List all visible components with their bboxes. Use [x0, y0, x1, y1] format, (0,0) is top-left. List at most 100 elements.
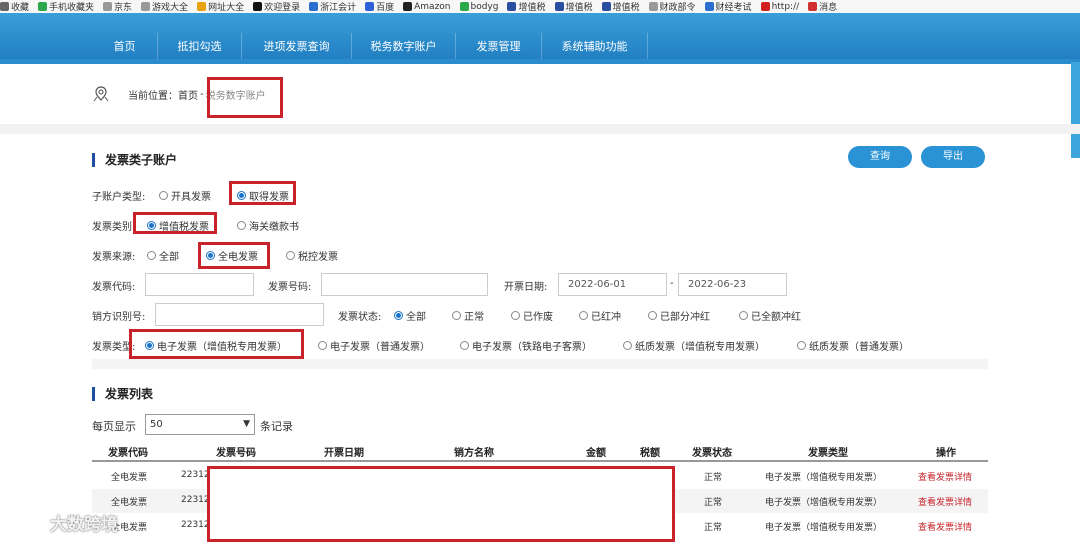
invoice-type-paper-general[interactable]: 纸质发票（普通发票） [797, 338, 909, 353]
bookmark-label: 增值税 [612, 3, 640, 13]
invoice-code-input[interactable] [145, 273, 254, 296]
cell-number: 22312 [181, 495, 210, 505]
radio-icon [460, 341, 469, 350]
radio-icon [159, 191, 168, 200]
tax-icon [554, 2, 564, 11]
cell-number: 22312 [181, 470, 210, 480]
radio-icon [237, 221, 246, 230]
status-all[interactable]: 全部 [394, 308, 426, 323]
radio-icon [579, 311, 588, 320]
invoice-number-input[interactable] [321, 273, 488, 296]
highlight-box-receive [229, 181, 296, 205]
query-button[interactable]: 查询 [848, 146, 912, 168]
invoice-source-label: 发票来源: [92, 252, 136, 263]
option-label: 正常 [464, 312, 484, 323]
highlight-box-fully-digital [198, 242, 270, 269]
watermark-logo-icon [10, 514, 49, 533]
option-label: 全部 [159, 252, 179, 263]
bookmark-label: 网址大全 [208, 3, 245, 13]
export-button[interactable]: 导出 [921, 146, 985, 168]
col-code: 发票代码 [108, 448, 148, 459]
status-full-red[interactable]: 已全额冲红 [739, 308, 801, 323]
bookmark-item[interactable]: http:// [760, 2, 799, 12]
top-nav: 首页 抵扣勾选 进项发票查询 税务数字账户 发票管理 系统辅助功能 [0, 13, 1080, 64]
bookmark-label: 财经考试 [715, 3, 752, 13]
bookmark-item[interactable]: 财政部令 [648, 0, 696, 13]
status-partial-red[interactable]: 已部分冲红 [648, 308, 710, 323]
col-action: 操作 [936, 448, 956, 459]
separator [92, 359, 988, 369]
scrollbar[interactable] [1071, 62, 1080, 158]
page-size-suffix: 条记录 [260, 420, 293, 433]
invoice-source-tax-control[interactable]: 税控发票 [286, 248, 338, 263]
date-from-input[interactable]: 2022-06-01 [558, 273, 667, 296]
radio-icon [648, 311, 657, 320]
account-type-issue[interactable]: 开具发票 [159, 188, 211, 203]
cell-code: 全电发票 [111, 498, 148, 508]
page-size-select[interactable]: 50 ▼ [145, 414, 255, 435]
bookmark-item[interactable]: 浙江会计 [309, 0, 356, 13]
bookmark-item[interactable]: 增值税 [507, 0, 546, 13]
view-detail-link[interactable]: 查看发票详情 [918, 495, 972, 508]
date-to-input[interactable]: 2022-06-23 [678, 273, 787, 296]
view-detail-link[interactable]: 查看发票详情 [918, 470, 972, 483]
invoice-source-all[interactable]: 全部 [147, 248, 179, 263]
bookmark-label: 欢迎登录 [264, 3, 301, 13]
bookmark-label: 浙江会计 [320, 3, 357, 13]
weibo-icon [808, 2, 818, 11]
view-detail-link[interactable]: 查看发票详情 [918, 520, 972, 533]
bookmark-item[interactable]: 京东 [103, 0, 132, 13]
filter-section-title: 发票类子账户 [92, 151, 177, 168]
invoice-type-e-rail[interactable]: 电子发票（铁路电子客票） [460, 338, 592, 353]
bookmarks-bar: 收藏 手机收藏夹 京东 游戏大全 网址大全 欢迎登录 浙江会计 百度 Amazon bodyg 增值… [0, 0, 1080, 13]
watermark-text: 大数跨境 [50, 515, 118, 535]
seller-id-input[interactable] [155, 303, 324, 326]
bookmark-item[interactable]: 增值税 [601, 0, 640, 13]
breadcrumb-home[interactable]: 首页 [178, 87, 198, 102]
option-label: 电子发票（普通发票） [330, 342, 430, 353]
bookmark-icon [0, 2, 9, 11]
radio-icon [739, 311, 748, 320]
redaction-box [207, 466, 675, 542]
filter-title-text: 发票类子账户 [105, 153, 178, 167]
bookmark-item[interactable]: 百度 [365, 0, 394, 13]
bookmark-label: 京东 [114, 3, 133, 13]
bookmark-item[interactable]: 收藏 [0, 0, 29, 13]
ai-icon [253, 2, 263, 11]
bookmark-label: 百度 [376, 3, 395, 13]
col-date: 开票日期 [324, 448, 364, 459]
globe-icon [141, 2, 151, 11]
date-separator: - [670, 278, 674, 289]
invoice-category-customs[interactable]: 海关缴款书 [237, 218, 299, 233]
radio-icon [147, 251, 156, 260]
cell-type: 电子发票（增值税专用发票） [765, 498, 883, 508]
bookmark-item[interactable]: bodyg [459, 2, 498, 12]
invoice-number-label: 发票号码: [268, 282, 312, 293]
bookmark-item[interactable]: 财经考试 [704, 0, 752, 13]
invoice-type-paper-special[interactable]: 纸质发票（增值税专用发票） [623, 338, 765, 353]
table-header: 发票代码 发票号码 开票日期 销方名称 金额 税额 发票状态 发票类型 操作 [92, 438, 988, 462]
option-label: 纸质发票（增值税专用发票） [635, 342, 765, 353]
separator [0, 124, 1080, 134]
invoice-type-e-general[interactable]: 电子发票（普通发票） [318, 338, 430, 353]
col-number: 发票号码 [216, 448, 256, 459]
radio-icon [452, 311, 461, 320]
status-voided[interactable]: 已作废 [511, 308, 553, 323]
invoice-code-label: 发票代码: [92, 282, 136, 293]
status-red-reversed[interactable]: 已红冲 [579, 308, 621, 323]
amazon-icon [403, 2, 413, 11]
bookmark-item[interactable]: 消息 [808, 0, 837, 13]
bookmark-item[interactable]: 增值税 [554, 0, 593, 13]
bookmark-item[interactable]: 欢迎登录 [253, 0, 300, 13]
bookmark-item[interactable]: 手机收藏夹 [38, 0, 94, 13]
status-normal[interactable]: 正常 [452, 308, 484, 323]
bookmark-item[interactable]: Amazon [403, 2, 451, 12]
radio-icon [318, 341, 327, 350]
cell-status: 正常 [704, 523, 723, 533]
bookmark-item[interactable]: 游戏大全 [141, 0, 188, 13]
radio-icon [623, 341, 632, 350]
radio-icon [286, 251, 295, 260]
bookmark-item[interactable]: 网址大全 [197, 0, 244, 13]
site-icon [197, 2, 207, 11]
option-label: 电子发票（铁路电子客票） [472, 342, 592, 353]
